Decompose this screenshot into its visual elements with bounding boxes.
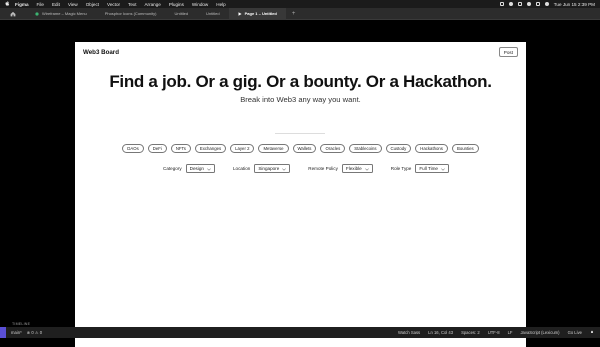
tag-nfts[interactable]: NFTs [170, 144, 191, 153]
web3-board-frame: Web3 Board Post Find a job. Or a gig. Or… [75, 42, 526, 347]
line-ending[interactable]: LF [508, 330, 513, 335]
menu-object[interactable]: Object [86, 2, 99, 7]
location-select[interactable]: Singapore [254, 164, 291, 173]
tab-label: Untitled [206, 11, 220, 16]
timeline-panel-label[interactable]: TIMELINE [12, 322, 30, 326]
tab-untitled-1[interactable]: Untitled [165, 8, 197, 20]
tag-defi[interactable]: DeFi [147, 144, 167, 153]
category-tags: DAOs DeFi NFTs Exchanges Layer 2 Metaver… [75, 144, 526, 153]
apple-icon[interactable] [5, 0, 10, 8]
new-tab-button[interactable]: + [286, 8, 302, 20]
status-left: main* ⊗ 0 ⚠ 0 [0, 327, 42, 338]
remote-policy-select[interactable]: Flexible [341, 164, 373, 173]
select-value: Design [189, 166, 204, 171]
select-value: Flexible [345, 166, 362, 171]
menu-file[interactable]: File [37, 2, 44, 7]
tag-daos[interactable]: DAOs [122, 144, 144, 153]
select-value: Singapore [258, 166, 280, 171]
tag-metaverse[interactable]: Metaverse [258, 144, 289, 153]
tag-oracles[interactable]: Oracles [320, 144, 346, 153]
filter-label: Remote Policy [308, 166, 338, 171]
home-icon[interactable] [10, 11, 16, 17]
hero-subheadline: Break into Web3 any way you want. [240, 95, 361, 104]
post-button[interactable]: Post [498, 47, 518, 57]
tab-wireframe-magic-menu[interactable]: Wireframe – Magic Menu [26, 8, 96, 20]
encoding[interactable]: UTF-8 [488, 330, 500, 335]
select-value: Full Time [419, 166, 438, 171]
tab-label: Untitled [174, 11, 189, 16]
prototype-canvas: Web3 Board Post Find a job. Or a gig. Or… [0, 20, 600, 347]
tag-stablecoins[interactable]: Stablecoins [349, 144, 382, 153]
menu-help[interactable]: Help [216, 2, 225, 7]
filter-category: Category Design [163, 164, 215, 173]
editor-status-bar: TIMELINE main* ⊗ 0 ⚠ 0 Watch Sass Ln 16,… [0, 322, 600, 338]
tab-untitled-2[interactable]: Untitled [197, 8, 229, 20]
git-branch[interactable]: main* [11, 330, 22, 335]
menu-edit[interactable]: Edit [52, 2, 60, 7]
tag-layer-2[interactable]: Layer 2 [230, 144, 255, 153]
language-mode[interactable]: JavaScript (Lexicum) [520, 330, 559, 335]
bell-icon[interactable] [590, 330, 594, 335]
tab-page-1-untitled[interactable]: Page 1 – Untitled [228, 7, 286, 20]
battery-icon[interactable] [517, 2, 522, 6]
wifi-icon[interactable] [526, 2, 531, 6]
filter-label: Category [163, 166, 182, 171]
focus-icon[interactable] [508, 2, 513, 6]
section-divider [275, 133, 325, 135]
screen-record-icon[interactable] [499, 2, 504, 6]
tab-label: Phosphor Icons (Community) [104, 11, 157, 16]
chevron-down-icon [364, 167, 369, 171]
tab-phosphor-icons[interactable]: Phosphor Icons (Community) [96, 8, 166, 20]
menu-vector[interactable]: Vector [107, 2, 120, 7]
filter-location: Location Singapore [232, 164, 291, 173]
tag-bounties[interactable]: Bounties [451, 144, 479, 153]
menu-plugins[interactable]: Plugins [169, 2, 184, 7]
indentation[interactable]: Spaces: 2 [461, 330, 480, 335]
menu-text[interactable]: Text [128, 2, 136, 7]
hero-headline: Find a job. Or a gig. Or a bounty. Or a … [109, 72, 492, 91]
app-menu-figma[interactable]: Figma [15, 2, 29, 7]
chevron-down-icon [207, 167, 211, 171]
job-filters: Category Design Location Singapore Remot… [163, 164, 467, 173]
menu-arrange[interactable]: Arrange [144, 2, 160, 7]
menu-window[interactable]: Window [192, 2, 208, 7]
tag-exchanges[interactable]: Exchanges [194, 144, 227, 153]
role-type-select[interactable]: Full Time [415, 164, 449, 173]
control-center-icon[interactable] [535, 2, 540, 6]
watch-sass-button[interactable]: Watch Sass [398, 330, 420, 335]
remote-indicator[interactable] [0, 327, 6, 338]
cursor-position[interactable]: Ln 16, Col 43 [428, 330, 453, 335]
figma-file-icon [35, 11, 39, 16]
status-right: Watch Sass Ln 16, Col 43 Spaces: 2 UTF-8… [398, 330, 594, 335]
tag-hackathons[interactable]: Hackathons [415, 144, 448, 153]
filter-label: Role Type [390, 166, 412, 171]
menu-view[interactable]: View [68, 2, 78, 7]
chevron-down-icon [441, 167, 445, 171]
menubar-status-area: Tue Jun 15 2:39 PM [499, 2, 595, 7]
menubar-clock[interactable]: Tue Jun 15 2:39 PM [554, 2, 595, 7]
filter-label: Location [232, 166, 251, 171]
filter-role-type: Role Type Full Time [391, 164, 449, 173]
brand-logo[interactable]: Web3 Board [83, 49, 119, 56]
tag-custody[interactable]: Custody [385, 144, 412, 153]
problems-count[interactable]: ⊗ 0 ⚠ 0 [27, 330, 42, 335]
go-live-button[interactable]: Go Live [568, 330, 582, 335]
category-select[interactable]: Design [185, 164, 215, 173]
chevron-down-icon [282, 167, 287, 171]
filter-remote-policy: Remote Policy Flexible [308, 164, 373, 173]
tab-label: Page 1 – Untitled [244, 11, 277, 16]
siri-icon[interactable] [544, 2, 549, 6]
figma-tab-bar: Wireframe – Magic Menu Phosphor Icons (C… [0, 7, 600, 20]
tab-label: Wireframe – Magic Menu [42, 11, 87, 16]
tag-wallets[interactable]: Wallets [292, 144, 317, 153]
play-icon [238, 11, 242, 16]
